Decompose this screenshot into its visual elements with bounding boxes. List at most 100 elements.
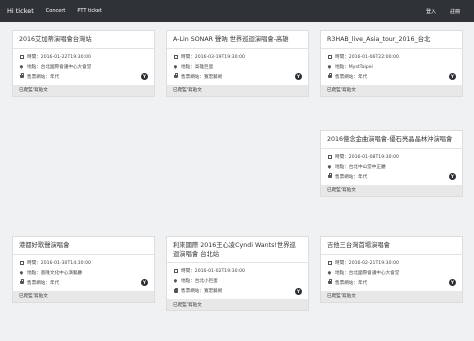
card-footer[interactable]: 已爬監'寫貼文	[321, 184, 462, 196]
card-title[interactable]: R3HAB_live_Asia_tour_2016_台北	[321, 31, 462, 48]
card-title[interactable]: 2016艾加蒂演唱會台灣站	[13, 31, 154, 48]
sale-text: 售票網站：寬宏藝術	[181, 289, 223, 294]
time-row: 時間：2016-01-30T14:30:00	[19, 258, 148, 268]
status-badge: Y	[449, 173, 456, 180]
card-footer[interactable]: 已爬監'寫貼文	[321, 84, 462, 96]
time-row: 時間：2016-01-02T19:30:00	[173, 266, 302, 276]
shopping-bag-icon	[173, 73, 179, 79]
shopping-bag-icon	[327, 279, 333, 285]
sale-row: 售票網站：年代 Y	[327, 172, 456, 182]
sale-text: 售票網站：年代	[27, 280, 60, 286]
time-text: 時間：2016-03-19T19:30:00	[181, 54, 245, 60]
sale-row: 售票網站：年代 Y	[327, 72, 456, 82]
place-text: 地點：台北小巨蛋	[181, 279, 218, 284]
sale-row: 售票網站：寬宏藝術 Y	[173, 72, 302, 82]
concert-card[interactable]: 2016艾加蒂演唱會台灣站 時間：2016-01-22T19:30:00 地點：…	[12, 30, 155, 97]
sale-text: 售票網站：年代	[27, 74, 60, 80]
card-body: 時間：2016-01-22T19:30:00 地點：台北國際會議中心大會堂 售票…	[13, 47, 154, 82]
time-text: 時間：2016-01-08T19:30:00	[335, 154, 399, 160]
time-text: 時間：2016-01-02T19:30:00	[181, 269, 245, 274]
place-row: 地點：台北國際會議中心大會堂	[19, 62, 148, 72]
concert-card[interactable]: A-Lin SONAR 聲吶 世界巡迴演唱會-高雄 時間：2016-03-19T…	[166, 30, 309, 97]
card-title[interactable]: 2016億念金曲演唱會-優石亮晶晶林沖演唱會	[321, 131, 462, 148]
register-link[interactable]: 註冊	[450, 8, 460, 15]
sale-row: 售票網站：年代 Y	[19, 278, 148, 288]
shopping-bag-icon	[173, 287, 179, 294]
status-badge: Y	[449, 73, 456, 80]
card-body: 時間：2016-01-08T19:30:00 地點：台北中山堂中正廳 售票網站：…	[321, 147, 462, 182]
location-icon	[327, 164, 333, 169]
login-link[interactable]: 登入	[426, 8, 436, 15]
concert-card[interactable]: 港都好歌聲演唱會 時間：2016-01-30T14:30:00 地點：基隆文化中…	[12, 236, 155, 303]
place-text: 地點：台北中山堂中正廳	[335, 164, 386, 170]
nav-link-concert[interactable]: Concert	[46, 8, 66, 14]
nav-right: 登入 註冊	[426, 8, 474, 15]
card-body: 時間：2016-01-06T22:00:00 地點：MystTaipei 售票網…	[321, 47, 462, 82]
time-row: 時間：2016-02-21T19:30:00	[327, 258, 456, 268]
concert-card[interactable]: R3HAB_live_Asia_tour_2016_台北 時間：2016-01-…	[320, 30, 463, 97]
place-row: 地點：台北國際會議中心大會堂	[327, 268, 456, 278]
card-footer[interactable]: 已爬監'寫貼文	[321, 290, 462, 302]
status-badge: Y	[295, 287, 302, 295]
place-text: 地點：台北國際會議中心大會堂	[27, 64, 92, 70]
calendar-icon	[173, 269, 179, 274]
location-icon	[19, 270, 25, 275]
place-row: 地點：高雄巨蛋	[173, 62, 302, 72]
time-row: 時間：2016-01-06T22:00:00	[327, 52, 456, 62]
sale-row: 售票網站：寬宏藝術 Y	[173, 286, 302, 296]
time-text: 時間：2016-01-06T22:00:00	[335, 54, 399, 60]
place-text: 地點：基隆文化中心演藝廳	[27, 270, 83, 276]
card-footer[interactable]: 已爬監'寫貼文	[167, 299, 308, 310]
calendar-icon	[327, 154, 333, 159]
time-text: 時間：2016-01-30T14:30:00	[27, 260, 91, 266]
card-footer[interactable]: 已爬監'寫貼文	[167, 84, 308, 96]
concert-card[interactable]: 吉他三台灣首場演唱會 時間：2016-02-21T19:30:00 地點：台北國…	[320, 236, 463, 303]
shopping-bag-icon	[19, 73, 25, 79]
time-row: 時間：2016-01-22T19:30:00	[19, 52, 148, 62]
place-row: 地點：台北小巨蛋	[173, 276, 302, 286]
status-badge: Y	[295, 73, 302, 80]
calendar-icon	[173, 54, 179, 59]
card-title[interactable]: A-Lin SONAR 聲吶 世界巡迴演唱會-高雄	[167, 31, 308, 48]
place-text: 地點：高雄巨蛋	[181, 64, 214, 70]
card-body: 時間：2016-01-30T14:30:00 地點：基隆文化中心演藝廳 售票網站…	[13, 253, 154, 288]
card-body: 時間：2016-03-19T19:30:00 地點：高雄巨蛋 售票網站：寬宏藝術…	[167, 47, 308, 82]
card-footer[interactable]: 已爬監'寫貼文	[13, 84, 154, 96]
concert-card[interactable]: 2016億念金曲演唱會-優石亮晶晶林沖演唱會 時間：2016-01-08T19:…	[320, 130, 463, 197]
time-text: 時間：2016-02-21T19:30:00	[335, 260, 399, 266]
sale-row: 售票網站：年代 Y	[19, 72, 148, 82]
card-title[interactable]: 吉他三台灣首場演唱會	[321, 237, 462, 254]
time-row: 時間：2016-03-19T19:30:00	[173, 52, 302, 62]
card-body: 時間：2016-01-02T19:30:00 地點：台北小巨蛋 售票網站：寬宏藝…	[167, 262, 308, 296]
status-badge: Y	[141, 73, 148, 80]
brand-logo[interactable]: Hi ticket	[7, 7, 34, 15]
card-body: 時間：2016-02-21T19:30:00 地點：台北國際會議中心大會堂 售票…	[321, 253, 462, 288]
shopping-bag-icon	[327, 173, 333, 179]
card-title[interactable]: 利來國際 2016王心凌Cyndi Wants!世界巡迴演唱會 台北站	[167, 237, 308, 262]
sale-text: 售票網站：寬宏藝術	[181, 74, 223, 80]
sale-row: 售票網站：年代 Y	[327, 278, 456, 288]
card-title[interactable]: 港都好歌聲演唱會	[13, 237, 154, 254]
location-icon	[173, 64, 179, 69]
place-row: 地點：基隆文化中心演藝廳	[19, 268, 148, 278]
card-footer[interactable]: 已爬監'寫貼文	[13, 290, 154, 302]
location-icon	[19, 64, 25, 69]
calendar-icon	[327, 54, 333, 59]
sale-text: 售票網站：年代	[335, 280, 368, 286]
place-text: 地點：MystTaipei	[335, 64, 373, 70]
place-row: 地點：MystTaipei	[327, 62, 456, 72]
time-text: 時間：2016-01-22T19:30:00	[27, 54, 91, 60]
sale-text: 售票網站：年代	[335, 174, 368, 180]
calendar-icon	[19, 260, 25, 265]
status-badge: Y	[141, 279, 148, 286]
calendar-icon	[327, 260, 333, 265]
status-badge: Y	[449, 279, 456, 286]
place-row: 地點：台北中山堂中正廳	[327, 162, 456, 172]
location-icon	[173, 278, 179, 284]
sale-text: 售票網站：年代	[335, 74, 368, 80]
location-icon	[327, 64, 333, 69]
concert-card[interactable]: 利來國際 2016王心凌Cyndi Wants!世界巡迴演唱會 台北站 時間：2…	[166, 236, 309, 311]
nav-link-ptt-ticket[interactable]: PTT ticket	[77, 8, 101, 14]
shopping-bag-icon	[327, 73, 333, 79]
calendar-icon	[19, 54, 25, 59]
